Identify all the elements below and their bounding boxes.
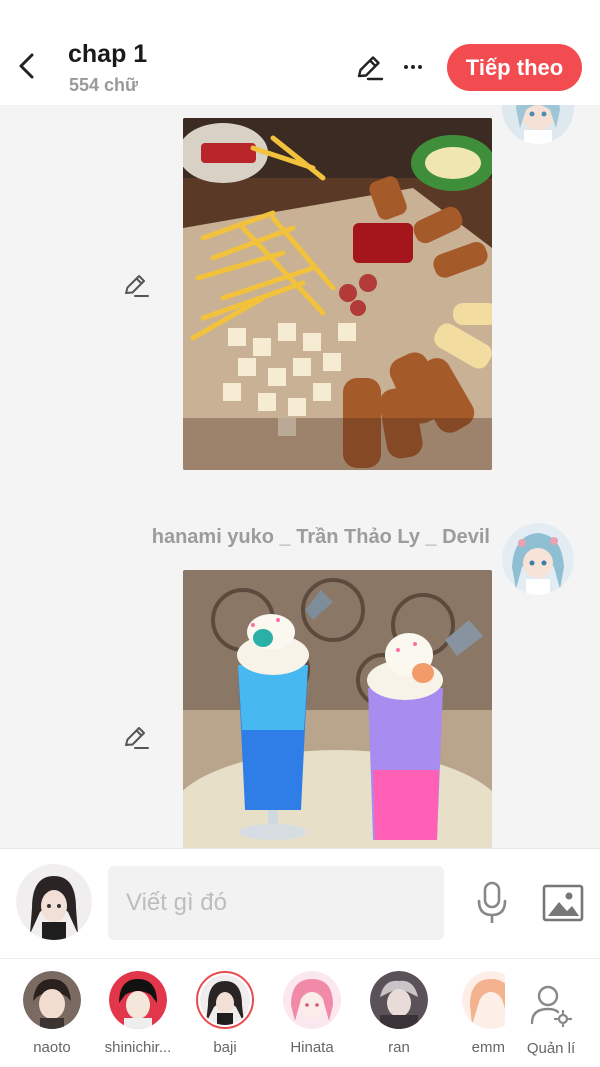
character-name: naoto [33,1039,71,1056]
manage-characters-button[interactable]: Quản lí [516,983,586,1057]
avatar-image [462,971,505,1029]
edit-message-button[interactable] [122,723,150,751]
sender-avatar[interactable] [502,105,574,144]
composer-bar: Viết gì đó [0,848,600,958]
food-platter-image [183,118,492,470]
message-image[interactable] [183,118,492,470]
user-settings-icon [530,985,573,1029]
dot [404,65,408,69]
character-name: baji [213,1039,237,1056]
pencil-icon [357,56,384,81]
back-button[interactable] [12,48,42,84]
character-name: ran [388,1039,410,1056]
dot [411,65,415,69]
character-item[interactable]: emm [449,971,505,1056]
current-character-avatar[interactable] [16,864,92,940]
dot [418,65,422,69]
chevron-left-icon [19,53,34,79]
edit-chapter-button[interactable] [354,52,384,82]
avatar-image [502,105,574,144]
message-input[interactable]: Viết gì đó [108,866,444,940]
character-name: shinichir... [104,1039,172,1056]
message-list[interactable]: hanami yuko _ Trần Thảo Ly _ Devil [0,105,600,848]
character-item-selected[interactable]: baji [190,971,260,1056]
avatar-image [109,971,167,1029]
avatar-image [370,971,428,1029]
edit-message-button[interactable] [122,271,150,299]
character-item[interactable]: naoto [17,971,87,1056]
chapter-title: chap 1 [68,40,148,68]
avatar-image [16,864,92,940]
character-name: emm [471,1039,505,1056]
avatar-image [200,975,250,1025]
next-button[interactable]: Tiếp theo [447,44,582,91]
drinks-image [183,570,492,848]
microphone-icon [477,881,507,923]
character-item[interactable]: ran [364,971,434,1056]
more-options-button[interactable] [400,52,426,82]
character-item[interactable]: shinichir... [103,971,173,1056]
image-icon [542,884,584,922]
avatar-image [502,523,574,595]
sender-name: hanami yuko _ Trần Thảo Ly _ Devil [151,526,490,548]
character-avatar [370,971,428,1029]
character-avatar [109,971,167,1029]
character-avatar [23,971,81,1029]
character-avatar [283,971,341,1029]
avatar-image [23,971,81,1029]
character-bar: naoto shinichir... baji Hinata ran emm Q… [0,958,600,1067]
character-item[interactable]: Hinata [277,971,347,1056]
manage-label: Quản lí [526,1040,576,1057]
message-image[interactable] [183,570,492,848]
sender-avatar[interactable] [502,523,574,595]
top-bar: chap 1 554 chữ Tiếp theo [0,0,600,105]
avatar-image [283,971,341,1029]
pencil-icon [125,275,149,297]
voice-input-button[interactable] [474,879,510,927]
character-name: Hinata [290,1039,334,1056]
insert-image-button[interactable] [541,883,585,923]
character-avatar [196,971,254,1029]
word-count: 554 chữ [69,75,139,95]
pencil-icon [125,727,149,749]
character-avatar [462,971,505,1029]
